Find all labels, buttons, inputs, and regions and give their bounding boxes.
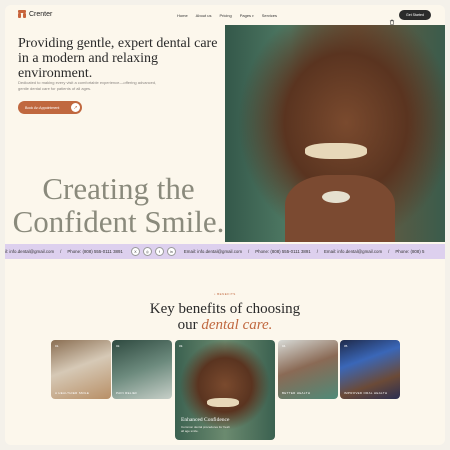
chevron-down-icon: ▾ [252,14,254,18]
strip-email-cut[interactable]: il: info.dental@gmail.com [5,249,54,254]
benefits-title-line-2: our dental care. [5,317,445,333]
contact-marquee: il: info.dental@gmail.com / Phone: (808)… [5,244,445,259]
nav-item-services[interactable]: Services [262,13,277,18]
benefits-eyebrow: • BENEFITS [214,292,236,296]
strip-email[interactable]: Email: info.dental@gmail.com [184,249,242,254]
photo-ring [322,191,350,203]
strip-phone-2[interactable]: Phone: (808) 555-0111 3891 [255,249,311,254]
main-menu: Home About us Pricing Pages ▾ Services [177,13,277,18]
strip-phone-cut[interactable]: Phone: (808) 5 [395,249,424,254]
logo[interactable]: Crenter [18,10,52,18]
photo-hand [285,175,395,242]
photo-teeth [305,143,367,159]
arrow-right-icon: ↗ [71,103,80,112]
benefit-card-1[interactable]: 01. A HEALTHIER SMILE [51,340,111,399]
photo-teeth [207,398,239,407]
card-label: A HEALTHIER SMILE [55,391,90,395]
card-number: 01. [55,344,60,348]
shopping-bag-icon[interactable] [389,12,395,25]
strip-email-2[interactable]: Email: info.dental@gmail.com [324,249,382,254]
strip-phone[interactable]: Phone: (808) 555-0111 3891 [67,249,123,254]
card-number: 03. [179,344,184,348]
book-appointment-label: Book An Appointment [25,105,60,110]
card-number: 02. [116,344,121,348]
nav-item-pricing[interactable]: Pricing [219,13,231,18]
strip-separator: / [60,249,62,254]
strip-separator: / [248,249,250,254]
hero-description: Dedicated to making every visit a comfor… [18,80,157,91]
hero-photo-smiling-man [225,25,445,242]
benefit-card-4[interactable]: 04. BETTER HEALTH [278,340,338,399]
nav-item-home[interactable]: Home [177,13,188,18]
strip-separator: / [388,249,390,254]
brand-name: Crenter [29,10,53,18]
benefits-title-prefix: our [177,317,202,333]
benefit-card-3-expanded[interactable]: 03. Enhanced Confidence Common dental pr… [175,340,275,440]
social-links: X ◎ f in [130,247,176,256]
card-label: BETTER HEALTH [282,391,311,395]
instagram-icon[interactable]: ◎ [142,247,152,256]
card-title: Enhanced Confidence [181,417,230,423]
get-started-button[interactable]: Get Started [399,10,431,20]
hero-title: Providing gentle, expert dental care in … [18,36,218,81]
top-nav: Crenter Home About us Pricing Pages ▾ Se… [5,5,445,27]
nav-item-about[interactable]: About us [196,13,212,18]
card-label: PAIN RELIEF [116,391,138,395]
tooth-logo-icon [18,10,26,18]
card-number: 05. [344,344,349,348]
benefits-title-line-1: Key benefits of choosing [149,301,301,317]
nav-item-pages[interactable]: Pages ▾ [240,13,254,18]
facebook-icon[interactable]: f [154,247,164,256]
card-description: Common dental procedures for fresh all a… [181,425,230,433]
benefit-card-2[interactable]: 02. PAIN RELIEF [112,340,172,399]
nav-item-pages-label: Pages [239,13,252,18]
linkedin-icon[interactable]: in [166,247,176,256]
book-appointment-button[interactable]: Book An Appointment ↗ [18,101,82,114]
big-heading: Creating the Confident Smile. [11,172,226,238]
benefits-title: Key benefits of choosing our dental care… [5,301,445,333]
card-label: IMPROVED ORAL HEALTH [344,391,388,395]
big-heading-line-2: Confident Smile. [12,204,225,239]
benefit-card-5[interactable]: 05. IMPROVED ORAL HEALTH [340,340,400,399]
big-heading-line-1: Creating the [42,171,195,206]
page-frame: Crenter Home About us Pricing Pages ▾ Se… [5,5,445,445]
x-icon[interactable]: X [130,247,140,256]
benefits-title-accent: dental care. [201,317,273,333]
strip-separator: / [316,249,318,254]
card-number: 04. [282,344,287,348]
